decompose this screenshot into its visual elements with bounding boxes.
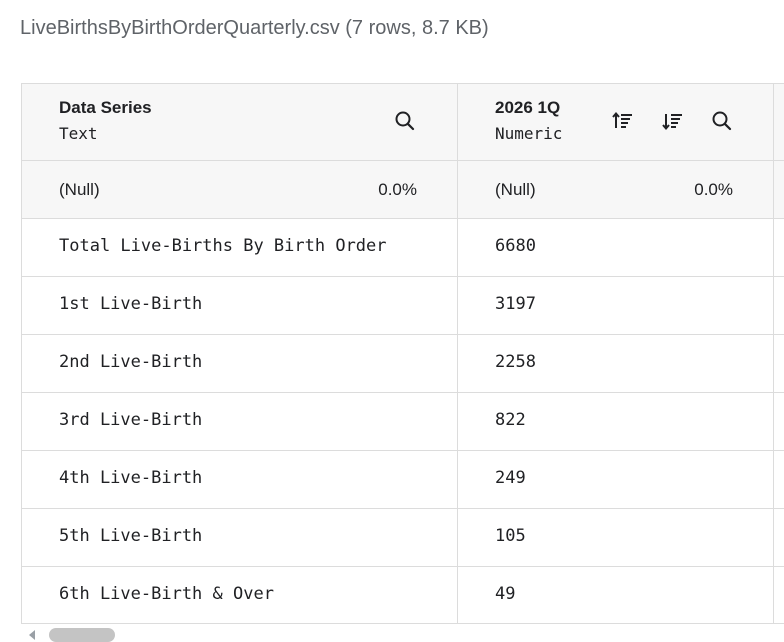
value-cell: 249 (495, 468, 526, 488)
data-series-cell: 2nd Live-Birth (59, 352, 203, 372)
table-header-row: Data Series Text 2026 1Q Numeric (22, 84, 784, 161)
value-cell: 105 (495, 526, 526, 546)
value-cell: 49 (495, 584, 516, 604)
null-stats-row: (Null) 0.0% (Null) 0.0% (22, 161, 784, 219)
data-series-cell: 6th Live-Birth & Over (59, 584, 274, 604)
column-name: 2026 1Q (495, 98, 561, 117)
table-row[interactable]: 5th Live-Birth 105 (22, 509, 784, 567)
data-series-cell: 1st Live-Birth (59, 294, 203, 314)
null-stat-cell: (Null) 0.0% (458, 161, 774, 218)
horizontal-scrollbar[interactable] (21, 623, 784, 642)
null-percent: 0.0% (694, 180, 733, 199)
null-stat-cell: (Null) 0.0% (22, 161, 458, 218)
search-icon[interactable] (394, 110, 416, 132)
data-series-cell: 5th Live-Birth (59, 526, 203, 546)
column-type: Text (59, 124, 98, 143)
value-cell: 3197 (495, 294, 536, 314)
null-label: (Null) (495, 180, 536, 199)
data-series-cell: 4th Live-Birth (59, 468, 203, 488)
value-cell: 822 (495, 410, 526, 430)
table-row[interactable]: Total Live-Births By Birth Order 6680 (22, 219, 784, 277)
null-stat-cell (774, 161, 784, 218)
table-row[interactable]: 4th Live-Birth 249 (22, 451, 784, 509)
scrollbar-thumb[interactable] (49, 628, 115, 642)
table-row[interactable]: 3rd Live-Birth 822 (22, 393, 784, 451)
sort-descending-icon[interactable] (662, 110, 684, 132)
column-header-next (774, 84, 784, 160)
value-cell: 2258 (495, 352, 536, 372)
search-icon[interactable] (711, 110, 733, 132)
sort-ascending-icon[interactable] (612, 110, 634, 132)
column-type: Numeric (495, 124, 563, 143)
null-label: (Null) (59, 180, 100, 199)
value-cell: 6680 (495, 236, 536, 256)
table-row[interactable]: 2nd Live-Birth 2258 (22, 335, 784, 393)
table-row[interactable]: 1st Live-Birth 3197 (22, 277, 784, 335)
file-title: LiveBirthsByBirthOrderQuarterly.csv (7 r… (20, 17, 489, 39)
null-percent: 0.0% (378, 180, 417, 199)
column-header-data-series[interactable]: Data Series Text (22, 84, 458, 160)
table-row[interactable]: 6th Live-Birth & Over 49 (22, 567, 784, 624)
data-series-cell: 3rd Live-Birth (59, 410, 203, 430)
column-header-2026-1q[interactable]: 2026 1Q Numeric (458, 84, 774, 160)
data-series-cell: Total Live-Births By Birth Order (59, 236, 387, 256)
data-table: Data Series Text 2026 1Q Numeric (Null) … (21, 83, 784, 624)
column-name: Data Series (59, 98, 152, 117)
